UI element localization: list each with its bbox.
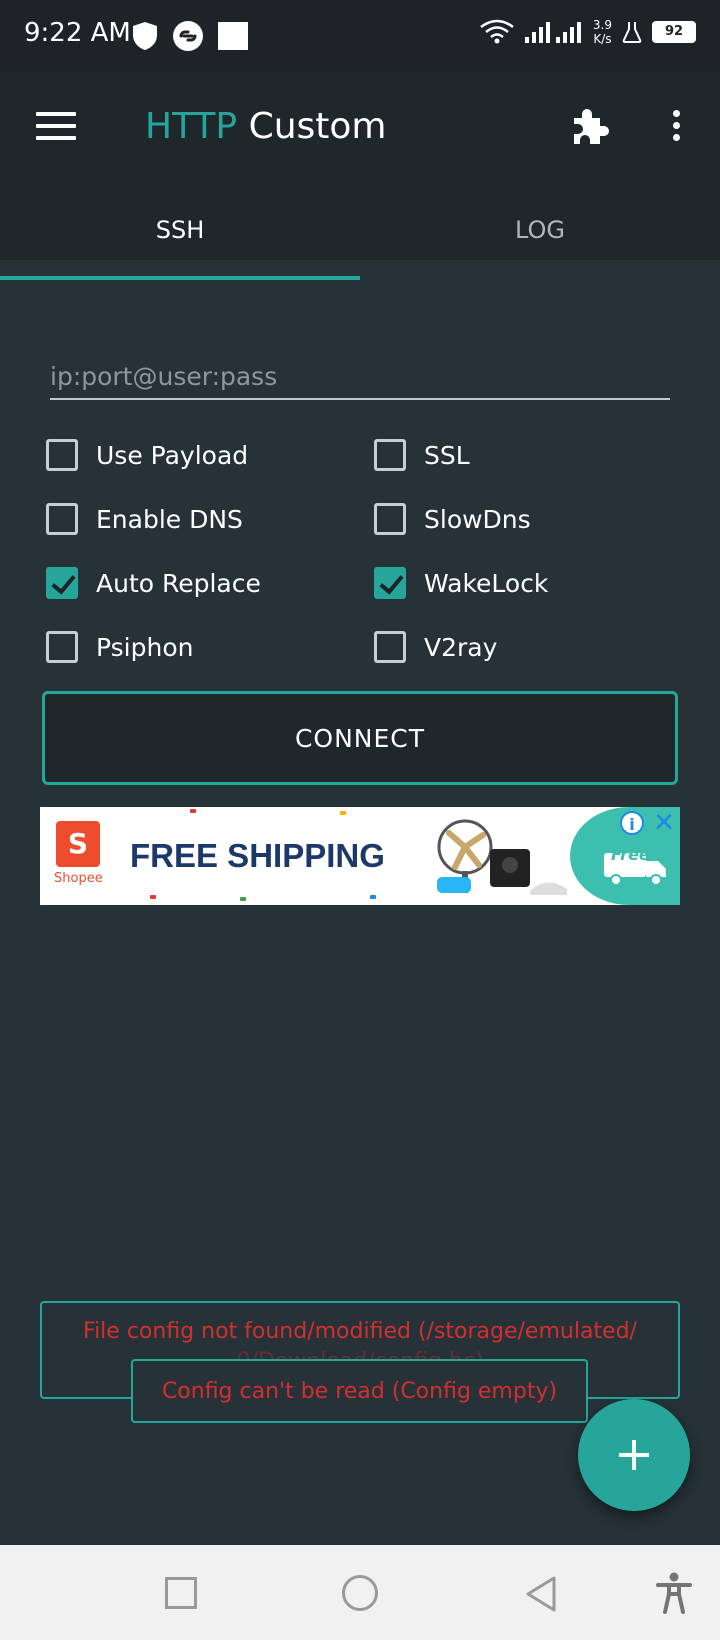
checkbox-use-payload[interactable]: Use Payload	[46, 439, 248, 471]
confetti-decoration	[340, 811, 346, 815]
checkbox-box[interactable]	[374, 503, 406, 535]
tab-log[interactable]: LOG	[360, 200, 720, 280]
network-speed-unit: K/s	[593, 32, 612, 46]
tab-ssh[interactable]: SSH	[0, 200, 360, 280]
app-title: HTTP Custom	[145, 106, 387, 147]
add-fab-button[interactable]	[578, 1399, 690, 1511]
ad-banner[interactable]: S Shopee FREE SHIPPING Free i ✕	[40, 807, 680, 905]
ad-info-icon[interactable]: i	[620, 811, 644, 835]
shield-icon	[133, 22, 157, 50]
puzzle-extension-icon[interactable]	[568, 104, 612, 148]
status-right-group: 3.9 K/s 92	[479, 18, 696, 46]
home-icon[interactable]	[342, 1575, 378, 1611]
toast-text-line1: File config not found/modified (/storage…	[83, 1319, 637, 1344]
flask-icon	[622, 22, 642, 43]
checkbox-box-checked[interactable]	[374, 567, 406, 599]
checkbox-label: WakeLock	[424, 568, 549, 598]
checkbox-label: SlowDns	[424, 504, 531, 534]
square-notification-icon	[218, 22, 248, 50]
ad-headline: FREE SHIPPING	[130, 837, 385, 874]
ad-close-icon[interactable]: ✕	[652, 809, 676, 837]
checkbox-label: Enable DNS	[96, 504, 243, 534]
connect-button[interactable]: CONNECT	[42, 691, 678, 785]
toast-config-empty: Config can't be read (Config empty)	[131, 1359, 588, 1423]
checkbox-label: SSL	[424, 440, 470, 470]
checkbox-label: Use Payload	[96, 440, 249, 470]
checkbox-enable-dns[interactable]: Enable DNS	[46, 503, 243, 535]
accessibility-icon[interactable]	[656, 1572, 692, 1614]
checkbox-wakelock[interactable]: WakeLock	[374, 567, 548, 599]
checkbox-box[interactable]	[46, 631, 78, 663]
confetti-decoration	[370, 895, 376, 899]
confetti-decoration	[150, 895, 156, 899]
back-icon[interactable]	[522, 1574, 562, 1614]
checkbox-auto-replace[interactable]: Auto Replace	[46, 567, 261, 599]
shopee-logo-text: Shopee	[54, 871, 103, 886]
confetti-decoration	[190, 809, 196, 813]
hamburger-menu-icon[interactable]	[36, 112, 76, 142]
server-credentials-input[interactable]	[50, 354, 670, 400]
signal-icon	[524, 22, 581, 43]
checkbox-v2ray[interactable]: V2ray	[374, 631, 497, 663]
checkbox-box[interactable]	[374, 631, 406, 663]
wifi-icon	[480, 19, 514, 44]
checkbox-box[interactable]	[46, 503, 78, 535]
checkbox-ssl[interactable]: SSL	[374, 439, 470, 471]
ad-free-label: Free	[611, 845, 650, 864]
recent-apps-icon[interactable]	[165, 1577, 197, 1609]
confetti-decoration	[240, 897, 246, 901]
checkbox-box[interactable]	[374, 439, 406, 471]
checkbox-box[interactable]	[46, 439, 78, 471]
checkbox-slowdns[interactable]: SlowDns	[374, 503, 531, 535]
checkbox-label: V2ray	[424, 632, 498, 662]
app-title-accent: HTTP	[145, 106, 238, 147]
checkbox-label: Psiphon	[96, 632, 194, 662]
app-title-rest: Custom	[237, 106, 387, 147]
checkbox-psiphon[interactable]: Psiphon	[46, 631, 193, 663]
link-icon	[173, 21, 203, 51]
shopee-logo: S	[56, 821, 100, 867]
battery-icon: 92	[652, 21, 696, 43]
status-time: 9:22 AM	[24, 18, 131, 48]
ad-products-image	[437, 819, 567, 895]
tab-active-indicator	[0, 276, 360, 280]
more-options-icon[interactable]	[668, 110, 684, 146]
status-bar: 9:22 AM 3.9 K/s 92	[0, 0, 720, 72]
checkbox-box-checked[interactable]	[46, 567, 78, 599]
network-speed-value: 3.9	[592, 18, 612, 32]
network-speed: 3.9 K/s	[593, 18, 612, 46]
checkbox-label: Auto Replace	[96, 568, 261, 598]
